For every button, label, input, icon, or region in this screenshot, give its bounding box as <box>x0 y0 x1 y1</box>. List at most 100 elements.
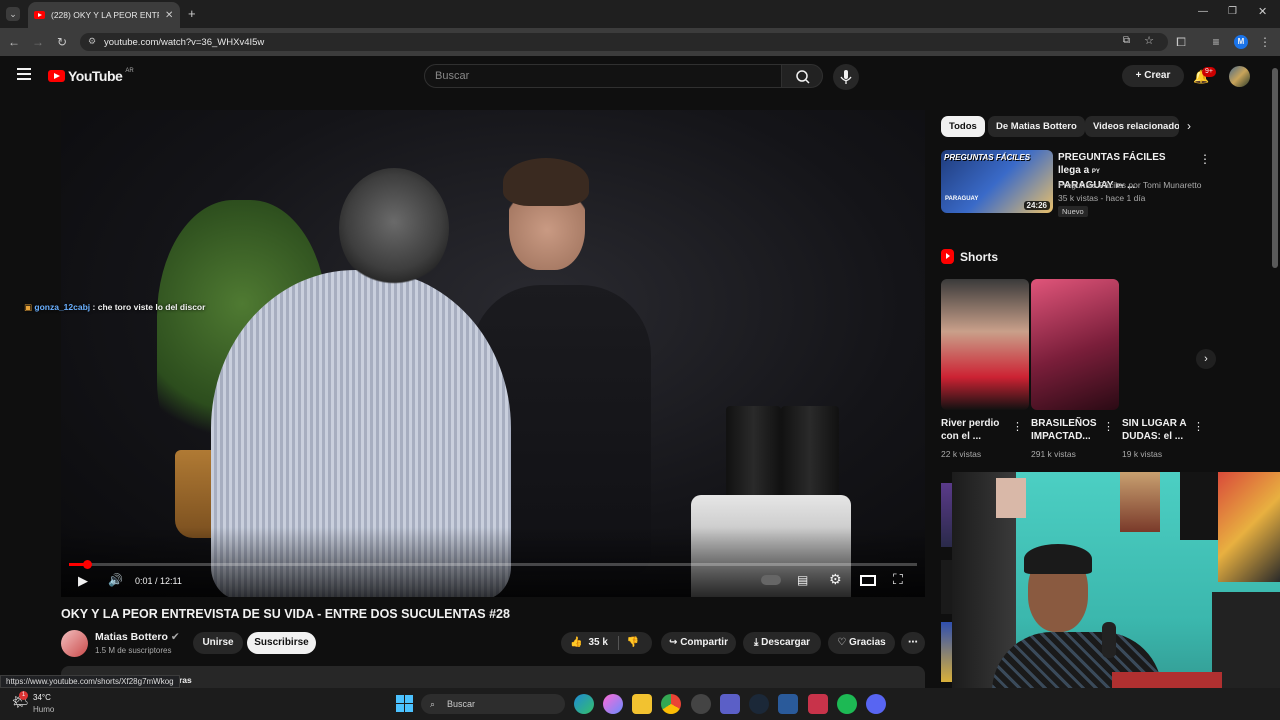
status-bar-url: https://www.youtube.com/shorts/Xf28g7mWk… <box>0 675 180 688</box>
recommended-channel[interactable]: Preguntas Fáciles por Tomi Munaretto <box>1058 180 1201 190</box>
shorts-logo-icon <box>941 249 954 264</box>
autoplay-toggle[interactable] <box>761 575 781 585</box>
short-thumbnail-1[interactable] <box>941 279 1029 410</box>
chip-related[interactable]: Videos relacionado <box>1085 116 1179 137</box>
webcam-poster-2 <box>1120 472 1160 532</box>
subtitles-icon[interactable]: ▤ <box>797 573 808 587</box>
window-minimize-icon[interactable]: — <box>1198 6 1208 17</box>
reload-icon[interactable]: ↻ <box>53 33 71 51</box>
channel-name[interactable]: Matias Bottero ✔ <box>95 631 180 643</box>
search-input[interactable]: Buscar <box>424 64 782 88</box>
steam-icon[interactable] <box>749 694 769 714</box>
controls-gradient <box>61 527 925 597</box>
chat-username: gonza_12cabj <box>34 302 91 312</box>
profile-avatar[interactable]: M <box>1234 35 1248 49</box>
short-more-icon-2[interactable]: ⋮ <box>1103 420 1114 433</box>
description-box[interactable]: ras <box>61 666 925 688</box>
tab-close-icon[interactable]: ✕ <box>165 10 173 21</box>
extensions-puzzle-icon[interactable]: ⧠ <box>1172 33 1190 51</box>
scrollbar-thumb[interactable] <box>1272 68 1278 268</box>
streamer-microphone <box>1102 622 1116 658</box>
streamer-headset <box>1024 544 1092 574</box>
new-badge: Nuevo <box>1058 206 1088 217</box>
page-scrollbar[interactable] <box>1270 56 1280 472</box>
short-more-icon-1[interactable]: ⋮ <box>1012 420 1023 433</box>
short-title-3[interactable]: SIN LUGAR A DUDAS: el ... <box>1122 417 1187 443</box>
host-head <box>339 168 449 288</box>
spotify-icon[interactable] <box>837 694 857 714</box>
discord-icon[interactable] <box>866 694 886 714</box>
hamburger-menu-icon[interactable] <box>17 68 31 80</box>
account-avatar[interactable] <box>1229 66 1250 87</box>
short-more-icon-3[interactable]: ⋮ <box>1193 420 1204 433</box>
youtube-play-logo-icon <box>48 70 65 82</box>
reading-list-icon[interactable]: ≡ <box>1207 33 1225 51</box>
media-app-icon[interactable] <box>808 694 828 714</box>
file-explorer-icon[interactable] <box>632 694 652 714</box>
like-count[interactable]: 35 k <box>588 632 607 654</box>
windows-start-icon[interactable] <box>396 695 413 712</box>
edge-browser-icon[interactable] <box>574 694 594 714</box>
short-title-2[interactable]: BRASILEÑOS IMPACTAD... <box>1031 417 1097 443</box>
chip-from-channel[interactable]: De Matias Bottero <box>988 116 1085 137</box>
settings-gear-icon[interactable]: ⚙ <box>829 571 842 588</box>
short-title-1[interactable]: River perdio con el ... <box>941 417 999 443</box>
thanks-button[interactable]: ♡ Gracias <box>828 632 895 654</box>
weather-temp[interactable]: 34°C <box>33 693 51 702</box>
play-icon[interactable]: ▶ <box>78 573 88 589</box>
chips-next-chevron-icon[interactable]: › <box>1187 119 1191 133</box>
channel-avatar[interactable] <box>61 630 88 657</box>
volume-icon[interactable]: 🔊 <box>108 573 123 587</box>
back-arrow-icon[interactable]: ← <box>5 33 23 51</box>
create-button[interactable]: + Crear <box>1122 65 1184 87</box>
bookmark-star-icon[interactable]: ☆ <box>1144 34 1154 47</box>
window-restore-icon[interactable]: ❐ <box>1228 6 1237 17</box>
youtube-logo[interactable]: YouTube AR <box>48 68 134 84</box>
voice-search-button[interactable] <box>833 64 859 90</box>
shorts-next-chevron-icon[interactable]: › <box>1196 349 1216 369</box>
share-button[interactable]: ↪ Compartir <box>661 632 736 654</box>
obs-icon[interactable] <box>691 694 711 714</box>
theater-mode-icon[interactable] <box>860 575 876 586</box>
youtube-logo-text: YouTube <box>68 68 123 84</box>
short-views-2: 291 k vistas <box>1031 449 1076 459</box>
more-actions-button[interactable]: ⋯ <box>901 632 925 654</box>
forward-arrow-icon[interactable]: → <box>29 33 47 51</box>
browser-tab-active[interactable]: (228) OKY Y LA PEOR ENTREVISTA ✕ <box>28 2 180 28</box>
thanks-heart-icon: ♡ <box>837 637 850 648</box>
address-bar[interactable]: ⚙ youtube.com/watch?v=36_WHXv4I5w ⧉ ☆ <box>80 33 1168 51</box>
recommended-meta: 35 k vistas - hace 1 día <box>1058 193 1146 203</box>
tab-search-chevron-icon[interactable]: ⌄ <box>6 7 20 21</box>
dislike-thumb-icon[interactable]: 👎 <box>627 632 639 654</box>
window-close-icon[interactable]: ✕ <box>1258 5 1267 18</box>
new-tab-plus-icon[interactable]: + <box>188 6 196 21</box>
like-thumb-icon[interactable]: 👍 <box>570 632 582 654</box>
browser-menu-icon[interactable]: ⋮ <box>1256 33 1274 51</box>
short-thumbnail-3[interactable] <box>1122 279 1210 410</box>
description-fragment: ras <box>179 675 192 685</box>
subscribe-button[interactable]: Suscribirse <box>247 632 316 654</box>
search-button[interactable] <box>781 64 823 88</box>
fullscreen-icon[interactable]: ⛶ <box>893 571 903 588</box>
search-icon <box>796 70 810 84</box>
install-app-icon[interactable]: ⧉ <box>1123 35 1130 46</box>
short-thumbnail-2[interactable] <box>1031 279 1119 410</box>
copilot-icon[interactable] <box>603 694 623 714</box>
time-display: 0:01 / 12:11 <box>135 576 182 586</box>
shield-app-icon[interactable] <box>778 694 798 714</box>
recommended-more-icon[interactable]: ⋮ <box>1199 152 1211 166</box>
chrome-icon[interactable] <box>661 694 681 714</box>
teams-icon[interactable] <box>720 694 740 714</box>
chip-all[interactable]: Todos <box>941 116 985 137</box>
site-info-icon[interactable]: ⚙ <box>88 36 96 47</box>
progress-scrubber[interactable] <box>83 560 92 569</box>
join-button[interactable]: Unirse <box>193 632 243 654</box>
recommended-thumbnail[interactable]: PREGUNTAS FÁCILES PARAGUAY 24:26 <box>941 150 1053 213</box>
create-label: Crear <box>1144 70 1171 81</box>
chat-badge-icon: ▣ <box>24 302 33 312</box>
download-button[interactable]: ⤓ Descargar <box>743 632 821 654</box>
verified-check-icon: ✔ <box>170 631 180 643</box>
progress-track[interactable] <box>69 563 917 566</box>
taskbar-search-input[interactable]: ⌕ Buscar <box>421 694 565 714</box>
video-player[interactable]: ▶ 🔊 0:01 / 12:11 ▤ ⚙ ⛶ <box>61 110 925 597</box>
